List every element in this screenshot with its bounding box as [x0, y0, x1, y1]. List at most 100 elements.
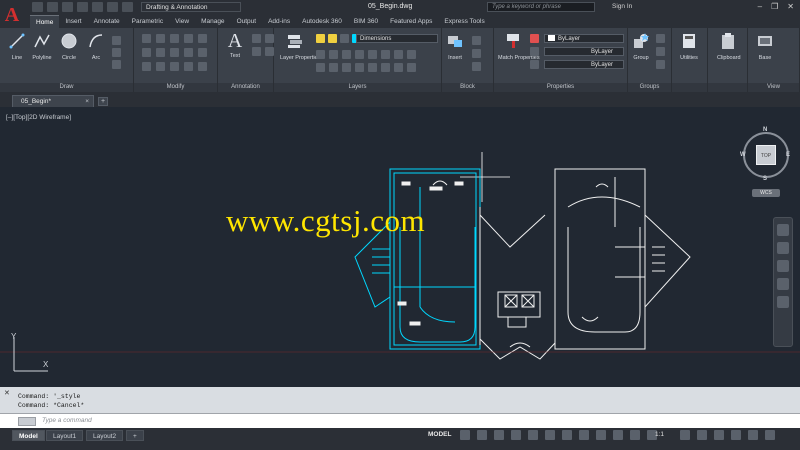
plus-icon[interactable]	[697, 430, 707, 440]
copy-layer-icon[interactable]	[368, 63, 377, 72]
unisolate-icon[interactable]	[329, 63, 338, 72]
layer-dropdown[interactable]: Dimensions	[356, 34, 438, 43]
tab-autodesk-360[interactable]: Autodesk 360	[296, 15, 348, 28]
snap-icon[interactable]	[477, 430, 487, 440]
attribute-icon[interactable]	[472, 62, 481, 71]
fillet-icon[interactable]	[170, 48, 179, 57]
match-properties-button[interactable]: Match Properties	[498, 32, 540, 61]
lock-icon[interactable]	[340, 34, 349, 43]
tab-layout2[interactable]: Layout2	[86, 430, 124, 441]
save-as-icon[interactable]	[77, 2, 88, 12]
compass-south[interactable]: S	[763, 176, 767, 182]
annotation-scale[interactable]: 1:1	[655, 431, 664, 438]
tab-view[interactable]: View	[169, 15, 195, 28]
steering-wheel-icon[interactable]	[777, 224, 789, 236]
lightbulb-icon[interactable]	[316, 34, 325, 43]
viewcube-top-face[interactable]: TOP	[756, 145, 776, 165]
wcs-menu[interactable]: WCS	[752, 189, 780, 197]
lineweight-toggle-icon[interactable]	[579, 430, 589, 440]
search-input[interactable]: Type a keyword or phrase	[487, 2, 595, 12]
edit-block-icon[interactable]	[472, 49, 481, 58]
delete-layer-icon[interactable]	[394, 63, 403, 72]
workspace-select[interactable]: Drafting & Annotation	[141, 2, 241, 12]
thaw-icon[interactable]	[342, 63, 351, 72]
break-icon[interactable]	[198, 62, 207, 71]
erase-icon[interactable]	[184, 34, 193, 43]
layer-lock-icon[interactable]	[355, 50, 364, 59]
tab-insert[interactable]: Insert	[59, 15, 87, 28]
command-prompt-icon[interactable]	[18, 417, 36, 426]
compass-east[interactable]: E	[786, 152, 790, 158]
create-block-icon[interactable]	[472, 36, 481, 45]
orbit-icon[interactable]	[777, 278, 789, 290]
tab-layout1[interactable]: Layout1	[46, 430, 84, 441]
undo-icon[interactable]	[107, 2, 118, 12]
tab-output[interactable]: Output	[231, 15, 263, 28]
copy-icon[interactable]	[142, 48, 151, 57]
tab-add-ins[interactable]: Add-ins	[262, 15, 296, 28]
layer-states-icon[interactable]	[407, 63, 416, 72]
ortho-icon[interactable]	[494, 430, 504, 440]
leader-icon[interactable]	[265, 34, 274, 43]
ellipse-icon[interactable]	[112, 60, 121, 69]
zoom-icon[interactable]	[777, 260, 789, 272]
join-icon[interactable]	[184, 62, 193, 71]
polyline-button[interactable]: Polyline	[31, 32, 53, 61]
layer-properties-button[interactable]: Layer Properties	[280, 32, 320, 61]
annotation-visibility-icon[interactable]	[630, 430, 640, 440]
model-space-toggle[interactable]: MODEL	[428, 431, 451, 438]
showmotion-icon[interactable]	[777, 296, 789, 308]
drawing-canvas[interactable]: [–][Top][2D Wireframe] www.cgtsj.com TOP…	[0, 107, 800, 387]
save-icon[interactable]	[62, 2, 73, 12]
tab-featured-apps[interactable]: Featured Apps	[384, 15, 438, 28]
pan-icon[interactable]	[777, 242, 789, 254]
dimension-icon[interactable]	[252, 34, 261, 43]
command-input[interactable]: Type a command	[0, 413, 800, 428]
hatch-icon[interactable]	[112, 48, 121, 57]
workspace-switch-icon[interactable]	[680, 430, 690, 440]
mirror-icon[interactable]	[156, 48, 165, 57]
group-button[interactable]: Group	[630, 32, 652, 61]
command-close-icon[interactable]: ✕	[4, 389, 10, 397]
tab-home[interactable]: Home	[30, 15, 60, 28]
new-layout-button[interactable]: +	[126, 430, 144, 441]
customization-menu-icon[interactable]	[765, 430, 775, 440]
pencil-icon[interactable]	[198, 34, 207, 43]
compass-north[interactable]: N	[763, 127, 767, 133]
utilities-button[interactable]: Utilities	[678, 32, 700, 61]
match-layer-icon[interactable]	[381, 50, 390, 59]
tab-bim-360[interactable]: BIM 360	[348, 15, 384, 28]
tab-manage[interactable]: Manage	[195, 15, 231, 28]
layer-off-icon[interactable]	[316, 50, 325, 59]
offset-icon[interactable]	[198, 48, 207, 57]
transparency-icon[interactable]	[596, 430, 606, 440]
stretch-icon[interactable]	[142, 62, 151, 71]
viewcube[interactable]: TOP N W E S WCS	[740, 127, 792, 197]
object-snap-tracking-icon[interactable]	[545, 430, 555, 440]
linetype-dropdown[interactable]: ByLayer	[544, 47, 624, 56]
restore-icon[interactable]: ❐	[771, 2, 778, 11]
close-icon[interactable]: ✕	[787, 2, 794, 11]
object-snap-icon[interactable]	[562, 430, 572, 440]
text-button[interactable]: A Text	[224, 31, 246, 59]
line-button[interactable]: Line	[6, 32, 28, 61]
open-icon[interactable]	[47, 2, 58, 12]
minimize-icon[interactable]: –	[758, 2, 762, 11]
hardware-acceleration-icon[interactable]	[731, 430, 741, 440]
arc-button[interactable]: Arc	[85, 32, 107, 61]
polar-icon[interactable]	[511, 430, 521, 440]
new-file-tab-button[interactable]: +	[98, 97, 108, 106]
tab-model[interactable]: Model	[12, 430, 45, 441]
lineweight-icon[interactable]	[530, 47, 539, 56]
merge-icon[interactable]	[381, 63, 390, 72]
table-icon[interactable]	[252, 47, 261, 56]
rotate-icon[interactable]	[156, 34, 165, 43]
sign-in-button[interactable]: Sign In	[612, 3, 632, 10]
group-select-icon[interactable]	[656, 60, 665, 69]
make-current-icon[interactable]	[368, 50, 377, 59]
isolate-objects-icon[interactable]	[714, 430, 724, 440]
selection-cycling-icon[interactable]	[613, 430, 623, 440]
tab-parametric[interactable]: Parametric	[126, 15, 169, 28]
sun-icon[interactable]	[328, 34, 337, 43]
linetype-icon[interactable]	[530, 60, 539, 69]
